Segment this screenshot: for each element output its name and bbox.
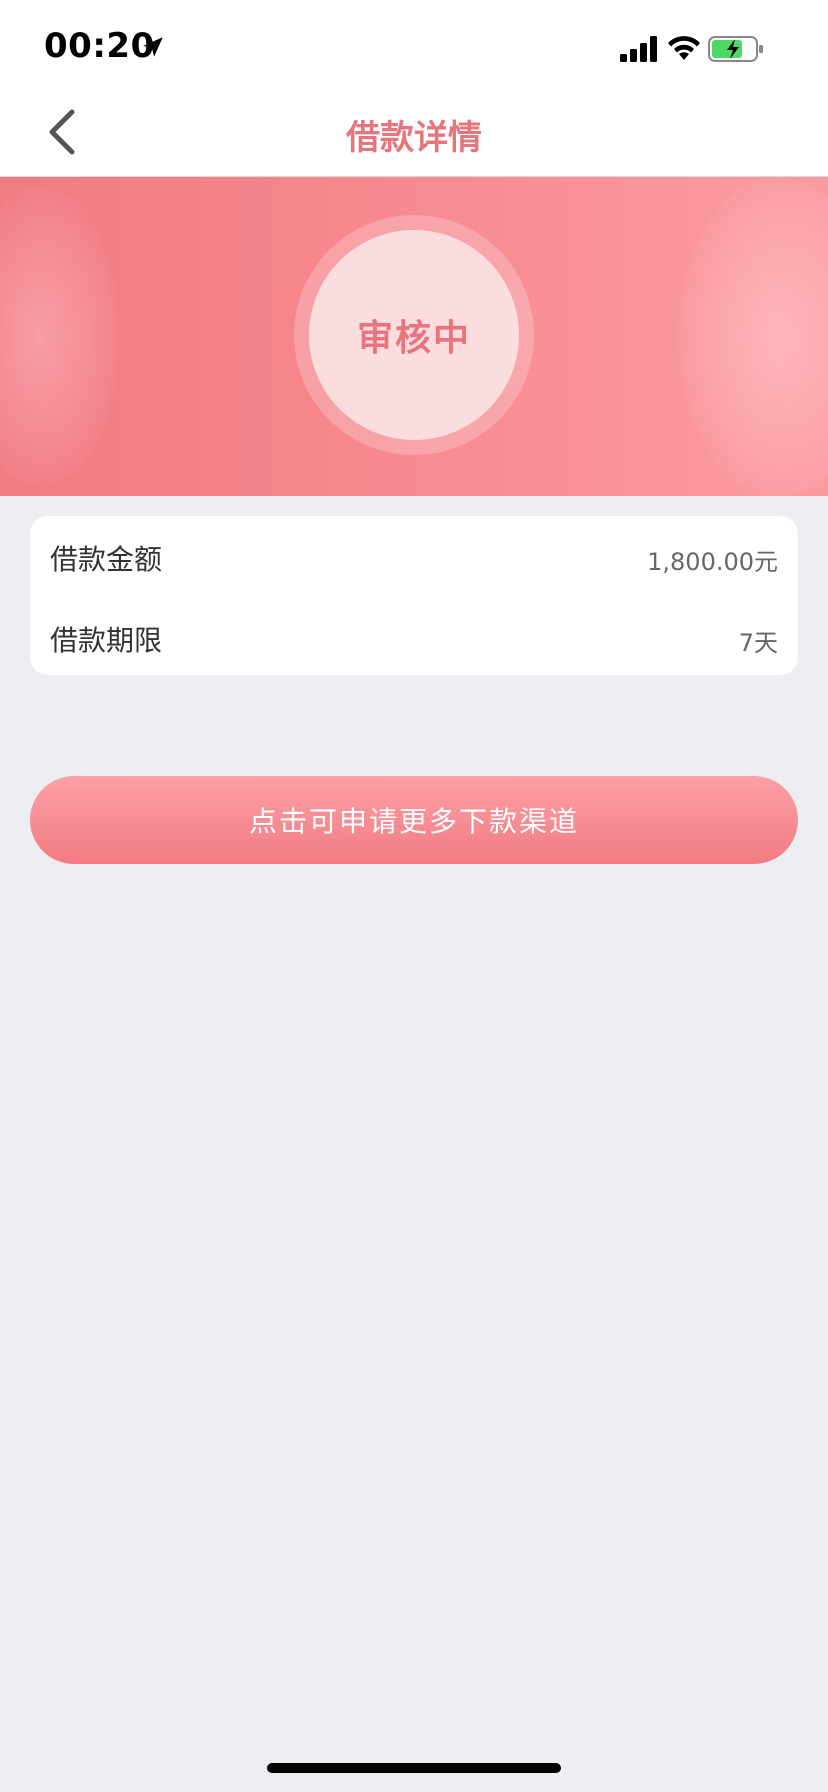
decorative-cloud-left — [0, 187, 120, 487]
decorative-cloud-right — [678, 177, 828, 496]
home-indicator[interactable] — [267, 1763, 561, 1773]
status-ring: 审核中 — [294, 215, 534, 455]
status-bar: 00:20 — [0, 0, 828, 88]
status-banner: 审核中 — [0, 177, 828, 496]
loan-amount-label: 借款金额 — [50, 543, 163, 576]
page-title: 借款详情 — [346, 118, 482, 158]
status-badge: 审核中 — [356, 318, 471, 359]
battery-charging-icon — [708, 36, 763, 62]
loan-term-label: 借款期限 — [50, 624, 163, 657]
loan-amount-value: 1,800.00元 — [647, 548, 778, 576]
wifi-icon — [668, 36, 700, 60]
apply-more-channels-button[interactable]: 点击可申请更多下款渠道 — [30, 776, 798, 864]
signal-icon — [620, 36, 657, 62]
navigation-bar: 借款详情 — [0, 88, 828, 177]
loan-info-card: 借款金额 1,800.00元 借款期限 7天 — [30, 516, 798, 675]
loan-term-row: 借款期限 7天 — [50, 611, 778, 661]
loan-amount-row: 借款金额 1,800.00元 — [50, 530, 778, 580]
loan-term-value: 7天 — [738, 629, 778, 657]
status-time: 00:20 — [44, 26, 155, 66]
location-arrow-icon — [143, 37, 163, 57]
apply-more-channels-label: 点击可申请更多下款渠道 — [248, 805, 579, 838]
status-circle: 审核中 — [309, 230, 519, 440]
